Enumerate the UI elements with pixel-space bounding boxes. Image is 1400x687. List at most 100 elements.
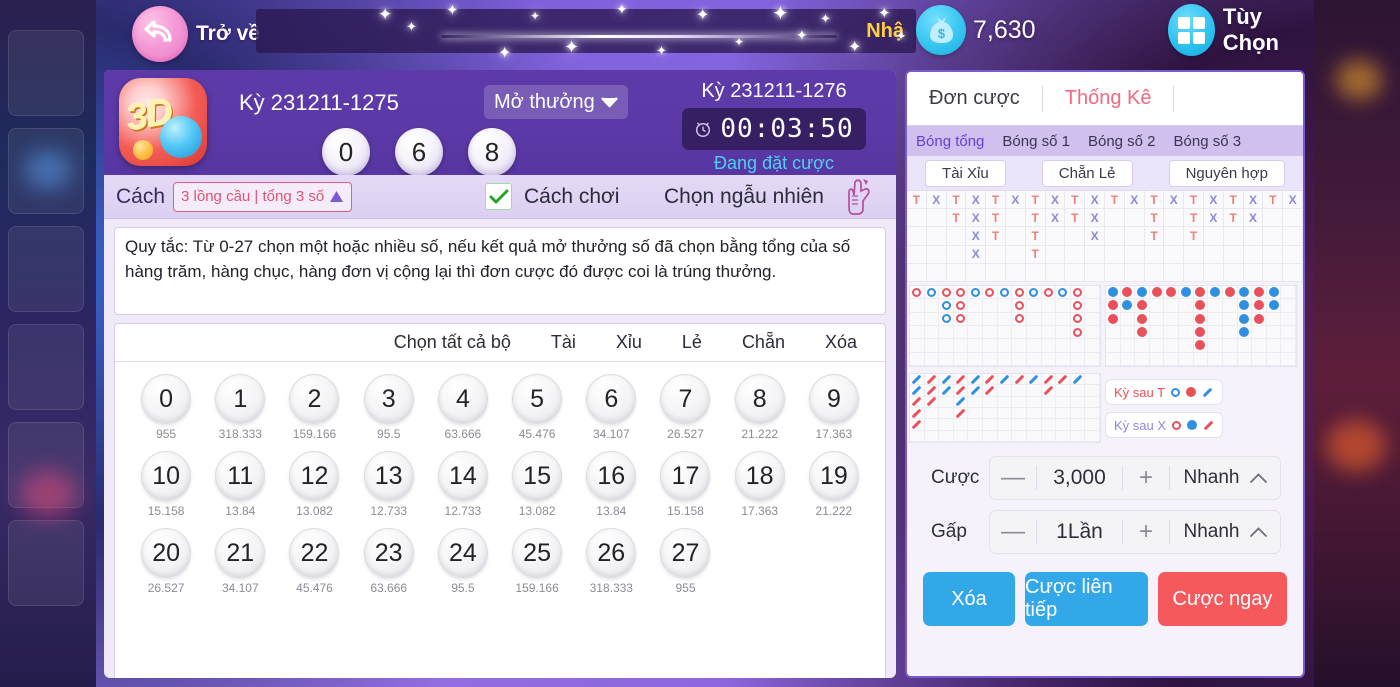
number-circle[interactable]: 23	[363, 528, 414, 578]
number-option[interactable]: 4 63.666	[426, 374, 500, 441]
tab-statistics[interactable]: Thống Kê	[1043, 87, 1174, 110]
number-option[interactable]: 22 45.476	[277, 528, 351, 595]
number-circle[interactable]: 16	[586, 451, 637, 501]
chain-bet-button[interactable]: Cược liên tiếp	[1025, 572, 1148, 626]
number-option[interactable]: 8 21.222	[723, 374, 797, 441]
number-circle[interactable]: 15	[512, 451, 563, 501]
back-button[interactable]: Trở về	[132, 6, 260, 62]
bet-amount-value[interactable]: 3,000	[1037, 466, 1122, 490]
number-circle[interactable]: 9	[808, 374, 859, 424]
number-option[interactable]: 18 17.363	[723, 451, 797, 518]
select-even-button[interactable]: Chẵn	[722, 332, 805, 353]
mode-chip-combo[interactable]: Nguyên hợp	[1168, 159, 1285, 187]
play-method-checkbox[interactable]	[485, 183, 512, 210]
balance-display[interactable]: $ 7,630	[916, 5, 1036, 55]
number-circle[interactable]: 27	[660, 528, 711, 578]
big-road-tx-grid[interactable]: TXTXTXTXTXTXTXTXTXTXTXTTXTXTTXTXXTTXTTXT	[907, 190, 1303, 282]
tab-bet-slip[interactable]: Đơn cược	[907, 87, 1042, 110]
number-option[interactable]: 6 34.107	[574, 374, 648, 441]
multiplier-stepper[interactable]: — 1Lần + Nhanh	[989, 510, 1281, 554]
number-circle[interactable]: 10	[141, 451, 192, 501]
number-option[interactable]: 26 318.333	[574, 528, 648, 595]
number-circle[interactable]: 18	[734, 451, 785, 501]
number-circle[interactable]: 25	[512, 528, 563, 578]
multiplier-value[interactable]: 1Lần	[1037, 520, 1122, 544]
options-button[interactable]: Tùy Chọn	[1168, 4, 1314, 56]
number-circle[interactable]: 12	[289, 451, 340, 501]
number-option[interactable]: 16 13.84	[574, 451, 648, 518]
multiplier-fast-select[interactable]: Nhanh	[1170, 521, 1280, 543]
bet-now-button[interactable]: Cược ngay	[1157, 572, 1287, 626]
number-circle[interactable]: 13	[363, 451, 414, 501]
mode-chip-evenodd[interactable]: Chẵn Lẻ	[1041, 159, 1133, 187]
method-selector-chip[interactable]: 3 lồng cầu | tổng 3 số	[173, 181, 353, 212]
multiplier-decrease-button[interactable]: —	[990, 518, 1036, 546]
number-option[interactable]: 13 12.733	[352, 451, 426, 518]
number-option[interactable]: 5 45.476	[500, 374, 574, 441]
multiplier-increase-button[interactable]: +	[1123, 518, 1169, 546]
select-small-button[interactable]: Xỉu	[596, 332, 662, 353]
ball-tab-total[interactable]: Bóng tổng	[907, 133, 993, 150]
mode-chip-bigsmall[interactable]: Tài Xỉu	[925, 159, 1006, 187]
number-option[interactable]: 15 13.082	[500, 451, 574, 518]
draw-select-dropdown[interactable]: Mở thưởng	[484, 85, 628, 119]
number-circle[interactable]: 14	[437, 451, 488, 501]
number-circle[interactable]: 24	[437, 528, 488, 578]
hand-dice-icon[interactable]	[844, 178, 874, 216]
number-circle[interactable]: 2	[289, 374, 340, 424]
select-odd-button[interactable]: Lẻ	[662, 332, 722, 353]
number-circle[interactable]: 6	[586, 374, 637, 424]
number-circle[interactable]: 17	[660, 451, 711, 501]
bead-road-slashes[interactable]	[909, 373, 1101, 443]
ball-tab-2[interactable]: Bóng số 2	[1079, 133, 1165, 150]
number-circle[interactable]: 3	[363, 374, 414, 424]
number-option[interactable]: 19 21.222	[797, 451, 871, 518]
number-circle[interactable]: 19	[808, 451, 859, 501]
clear-selection-button[interactable]: Xóa	[805, 332, 877, 353]
number-circle[interactable]: 20	[141, 528, 192, 578]
bead-road-rings[interactable]	[909, 285, 1101, 367]
number-circle[interactable]: 0	[141, 374, 192, 424]
number-option[interactable]: 27 955	[648, 528, 722, 595]
number-option[interactable]: 0 955	[129, 374, 203, 441]
dot-red-icon	[1137, 313, 1148, 324]
number-option[interactable]: 1 318.333	[203, 374, 277, 441]
number-option[interactable]: 9 17.363	[797, 374, 871, 441]
number-circle[interactable]: 8	[734, 374, 785, 424]
number-option[interactable]: 11 13.84	[203, 451, 277, 518]
number-circle[interactable]: 4	[437, 374, 488, 424]
bet-decrease-button[interactable]: —	[990, 464, 1036, 492]
random-pick-label[interactable]: Chọn ngẫu nhiên	[664, 185, 824, 209]
ball-tab-1[interactable]: Bóng số 1	[993, 133, 1079, 150]
road-cell	[1135, 352, 1150, 366]
bet-increase-button[interactable]: +	[1123, 464, 1169, 492]
bet-fast-select[interactable]: Nhanh	[1170, 467, 1280, 489]
number-circle[interactable]: 7	[660, 374, 711, 424]
clear-bet-button[interactable]: Xóa	[923, 572, 1015, 626]
number-circle[interactable]: 26	[586, 528, 637, 578]
number-option[interactable]: 10 15.158	[129, 451, 203, 518]
announcement-marquee[interactable]: Nhậ	[256, 9, 916, 53]
number-option[interactable]: 23 63.666	[352, 528, 426, 595]
number-option[interactable]: 21 34.107	[203, 528, 277, 595]
number-circle[interactable]: 11	[215, 451, 266, 501]
number-option[interactable]: 3 95.5	[352, 374, 426, 441]
number-circle[interactable]: 22	[289, 528, 340, 578]
number-circle[interactable]: 21	[215, 528, 266, 578]
bet-amount-stepper[interactable]: — 3,000 + Nhanh	[989, 456, 1281, 500]
number-option[interactable]: 24 95.5	[426, 528, 500, 595]
number-option[interactable]: 14 12.733	[426, 451, 500, 518]
bead-road-dots[interactable]	[1105, 285, 1297, 367]
number-circle[interactable]: 5	[512, 374, 563, 424]
number-circle[interactable]: 1	[215, 374, 266, 424]
number-option[interactable]: 25 159.166	[500, 528, 574, 595]
ball-tab-3[interactable]: Bóng số 3	[1165, 133, 1251, 150]
number-option[interactable]: 7 26.527	[648, 374, 722, 441]
number-option[interactable]: 12 13.082	[277, 451, 351, 518]
select-all-button[interactable]: Chọn tất cả bộ	[374, 332, 531, 353]
number-option[interactable]: 17 15.158	[648, 451, 722, 518]
select-big-button[interactable]: Tài	[531, 332, 596, 353]
number-option[interactable]: 20 26.527	[129, 528, 203, 595]
number-option[interactable]: 2 159.166	[277, 374, 351, 441]
play-method-label[interactable]: Cách chơi	[524, 185, 619, 209]
